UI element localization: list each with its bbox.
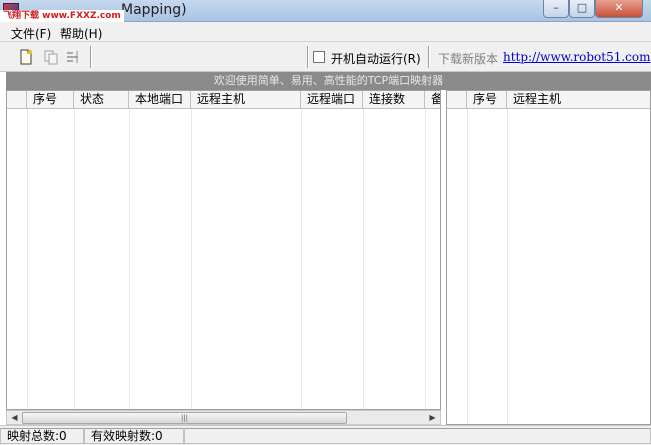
autorun-label[interactable]: 开机自动运行(R): [331, 50, 421, 67]
column-header-index[interactable]: 序号: [467, 91, 507, 109]
column-divider: [467, 109, 468, 424]
download-label: 下载新版本: [438, 52, 499, 66]
scroll-right-arrow-icon[interactable]: ▶: [426, 412, 439, 424]
connection-table[interactable]: 序号 远程主机: [446, 90, 651, 425]
toolbar-separator: [90, 46, 92, 68]
status-bar: 映射总数:0 有效映射数:0: [0, 425, 651, 445]
column-header-blank[interactable]: [7, 91, 27, 109]
new-document-icon: [20, 49, 32, 65]
connection-table-header: 序号 远程主机: [447, 91, 650, 109]
edit-list-icon: [67, 51, 78, 63]
horizontal-scrollbar[interactable]: ◀ ||| ▶: [6, 410, 441, 425]
column-divider: [27, 109, 28, 409]
column-header-note[interactable]: 备注: [425, 91, 440, 109]
column-header-status[interactable]: 状态: [74, 91, 129, 109]
column-divider: [129, 109, 130, 409]
toolbar-separator: [428, 46, 430, 68]
minimize-button[interactable]: –: [543, 0, 569, 18]
column-divider: [425, 109, 426, 409]
welcome-banner: 欢迎使用简单、易用、高性能的TCP端口映射器: [6, 72, 651, 90]
new-mapping-button[interactable]: [17, 48, 35, 66]
column-header-local-port[interactable]: 本地端口: [129, 91, 191, 109]
status-active-mappings: 有效映射数:0: [84, 428, 184, 444]
watermark-badge: 飞翔下载 www.FXXZ.com: [0, 10, 124, 22]
column-header-remote-port[interactable]: 远程端口: [301, 91, 363, 109]
window-title: Mapping): [121, 2, 187, 18]
menu-help[interactable]: 帮助(H): [60, 25, 102, 42]
status-empty-cell: [184, 428, 651, 444]
autorun-checkbox[interactable]: [313, 51, 325, 63]
menu-file[interactable]: 文件(F): [11, 25, 51, 42]
close-button[interactable]: ✕: [595, 0, 643, 18]
column-header-remote-host[interactable]: 远程主机: [191, 91, 301, 109]
title-bar: Mapping) 飞翔下载 www.FXXZ.com – □ ✕: [0, 0, 651, 22]
mapping-table-header: 序号 状态 本地端口 远程主机 远程端口 连接数 备注: [7, 91, 440, 109]
toolbar-separator: [307, 46, 309, 68]
column-divider: [74, 109, 75, 409]
status-total-mappings: 映射总数:0: [0, 428, 84, 444]
column-header-blank[interactable]: [447, 91, 467, 109]
mapping-table[interactable]: 序号 状态 本地端口 远程主机 远程端口 连接数 备注: [6, 90, 441, 410]
menu-bar: 文件(F) 帮助(H): [0, 22, 651, 42]
column-divider: [363, 109, 364, 409]
toolbar: 开机自动运行(R) 下载新版本 http://www.robot51.com: [0, 42, 651, 72]
download-link[interactable]: http://www.robot51.com: [503, 50, 651, 64]
copy-button[interactable]: [42, 48, 60, 66]
column-divider: [301, 109, 302, 409]
maximize-button[interactable]: □: [569, 0, 595, 18]
column-divider: [191, 109, 192, 409]
edit-button[interactable]: [64, 48, 82, 66]
column-divider: [507, 109, 508, 424]
scrollbar-thumb[interactable]: |||: [22, 412, 347, 424]
scroll-left-arrow-icon[interactable]: ◀: [8, 412, 21, 424]
copy-icon: [44, 50, 58, 65]
column-header-index[interactable]: 序号: [27, 91, 74, 109]
column-header-connections[interactable]: 连接数: [363, 91, 425, 109]
column-header-remote-host[interactable]: 远程主机: [507, 91, 650, 109]
